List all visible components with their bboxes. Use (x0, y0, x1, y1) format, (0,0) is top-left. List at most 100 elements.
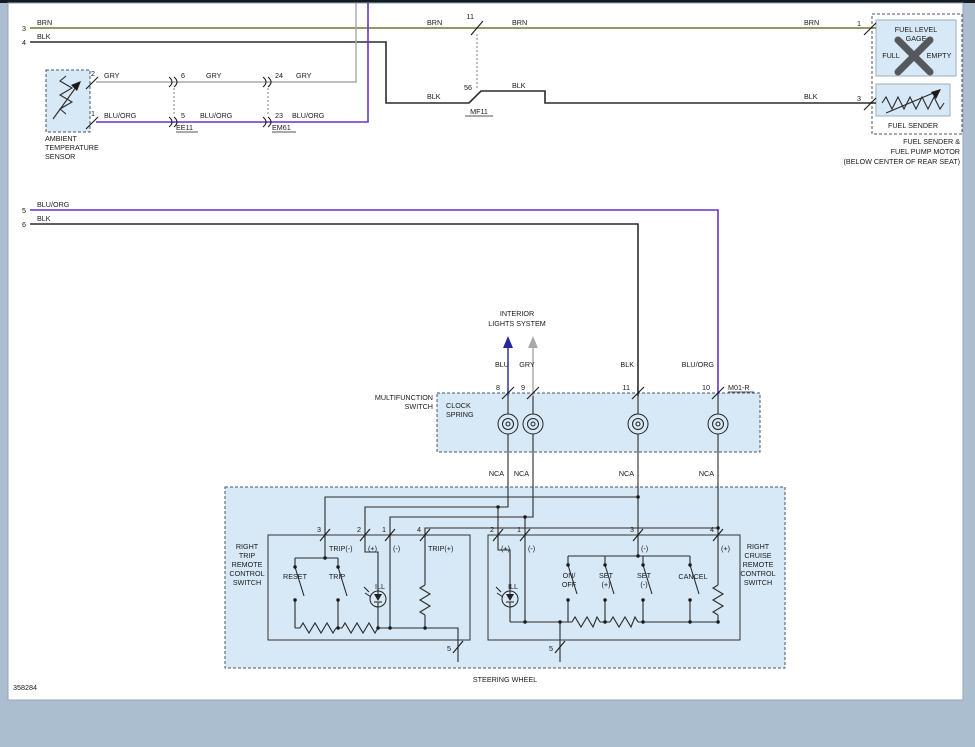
nca-label-1: NCA (489, 469, 504, 478)
fuel-blk-label: BLK (804, 92, 818, 101)
trip-pin1-fn: (-) (393, 544, 400, 553)
trip-pin-1: 1 (382, 525, 386, 534)
clock-spring-label-1: CLOCK (446, 401, 471, 410)
cruise-switch-label-4: CONTROL (740, 569, 775, 578)
em61-pin-top: 24 (275, 71, 283, 80)
nca-label-2: NCA (514, 469, 529, 478)
trip-switch-label-4: CONTROL (229, 569, 264, 578)
m01r-pin-10: 10 (702, 383, 710, 392)
fuel-pin-3: 3 (857, 94, 861, 103)
ee11-pin-bot: 5 (181, 111, 185, 120)
wire-label-bluorg-2: BLU/ORG (200, 111, 233, 120)
interior-lights-caption-1: INTERIOR (500, 309, 534, 318)
row5-pin: 5 (22, 206, 26, 215)
brn-label-right: BRN (512, 18, 527, 27)
wire-label-bluorg-3: BLU/ORG (292, 111, 325, 120)
cruise-pin-5: 5 (549, 644, 553, 653)
row4-pin: 4 (22, 38, 26, 47)
ambient-sensor-box (46, 70, 90, 132)
fuel-caption-3: (BELOW CENTER OF REAR SEAT) (844, 157, 960, 166)
trip-switch-label: TRIP (329, 572, 346, 581)
mfs-label-1: MULTIFUNCTION (375, 393, 433, 402)
fuel-caption-2: FUEL PUMP MOTOR (891, 147, 960, 156)
ambient-caption-1: AMBIENT (45, 134, 78, 143)
cruise-switch-label-3: REMOTE (743, 560, 774, 569)
set-plus-label-2: (+) (602, 580, 611, 589)
nca-label-4: NCA (699, 469, 714, 478)
trip-pin-2: 2 (357, 525, 361, 534)
trip-pin4-fn: TRIP(+) (428, 544, 453, 553)
trip-pin3-fn: TRIP(-) (329, 544, 353, 553)
cruise-switch-label-1: RIGHT (747, 542, 770, 551)
fuel-caption-1: FUEL SENDER & (903, 137, 960, 146)
fuel-full-label: FULL (882, 51, 900, 60)
row4-color: BLK (37, 32, 51, 41)
cruise-pin1-fn: (-) (528, 544, 535, 553)
trip-pin-5: 5 (447, 644, 451, 653)
blk-label-left: BLK (427, 92, 441, 101)
trip-switch-label-5: SWITCH (233, 578, 261, 587)
blk-label-right: BLK (512, 81, 526, 90)
coil-icon (523, 414, 543, 434)
fuel-sender-label: FUEL SENDER (888, 121, 938, 130)
trip-switch-label-1: RIGHT (236, 542, 259, 551)
trip-pin2-fn: (+) (368, 544, 377, 553)
set-minus-label-2: (-) (640, 580, 647, 589)
wire-label-gry-2: GRY (206, 71, 222, 80)
em61-name: EM61 (272, 123, 291, 132)
trip-pin-4: 4 (417, 525, 421, 534)
onoff-label-2: OFF (562, 580, 577, 589)
ambient-pin2: 2 (91, 69, 95, 78)
cruise-pin-2: 2 (490, 525, 494, 534)
wire-label-gry-1: GRY (104, 71, 120, 80)
cruise-pin-4: 4 (710, 525, 714, 534)
coil-icon (708, 414, 728, 434)
cancel-label: CANCEL (678, 572, 707, 581)
interior-lights-caption-2: LIGHTS SYSTEM (488, 319, 546, 328)
mfs-label-2: SWITCH (405, 402, 433, 411)
wiring-diagram: 3 BRN 4 BLK 5 BLU/ORG 6 BLK AMBIENT TEMP… (0, 0, 975, 747)
fuel-pin-1: 1 (857, 19, 861, 28)
mf11-pin-11: 11 (467, 12, 474, 21)
steering-wheel-caption: STEERING WHEEL (473, 675, 537, 684)
cruise-pin3-fn: (-) (641, 544, 648, 553)
ambient-pin1: 1 (91, 109, 95, 118)
ee11-name: EE11 (176, 123, 193, 132)
em61-pin-bot: 23 (275, 111, 283, 120)
doc-number: 358284 (13, 683, 37, 692)
row6-color: BLK (37, 214, 51, 223)
row6-pin: 6 (22, 220, 26, 229)
trip-pin-3: 3 (317, 525, 321, 534)
cruise-pin-1: 1 (517, 525, 521, 534)
cruise-pin2-fn: (+) (501, 544, 510, 553)
m01r-pin-8: 8 (496, 383, 500, 392)
ambient-caption-3: SENSOR (45, 152, 75, 161)
pin10-wire-color: BLU/ORG (682, 360, 715, 369)
onoff-label-1: ON/ (563, 571, 576, 580)
mf11-name: MF11 (470, 107, 488, 116)
clock-spring-label-2: SPRING (446, 410, 474, 419)
wire-label-gry-3: GRY (296, 71, 312, 80)
pin9-wire-color: GRY (519, 360, 535, 369)
ee11-pin-top: 6 (181, 71, 185, 80)
trip-switch-label-2: TRIP (239, 551, 256, 560)
fuel-empty-label: EMPTY (927, 51, 952, 60)
reset-switch-label: RESET (283, 572, 308, 581)
cruise-pin-3: 3 (630, 525, 634, 534)
trip-switch-label-3: REMOTE (232, 560, 263, 569)
cruise-ill-label: ILL (508, 582, 518, 591)
wire-label-bluorg-1: BLU/ORG (104, 111, 137, 120)
row3-color: BRN (37, 18, 52, 27)
set-minus-label-1: SET (637, 571, 652, 580)
m01r-pin-11: 11 (623, 383, 630, 392)
row5-color: BLU/ORG (37, 200, 70, 209)
m01r-pin-9: 9 (521, 383, 525, 392)
fuel-brn-label: BRN (804, 18, 819, 27)
coil-icon (498, 414, 518, 434)
brn-label-left: BRN (427, 18, 442, 27)
cruise-switch-box (488, 535, 740, 640)
cruise-switch-label-5: SWITCH (744, 578, 772, 587)
ambient-caption-2: TEMPERATURE (45, 143, 99, 152)
trip-ill-label: ILL (375, 582, 385, 591)
row3-pin: 3 (22, 24, 26, 33)
